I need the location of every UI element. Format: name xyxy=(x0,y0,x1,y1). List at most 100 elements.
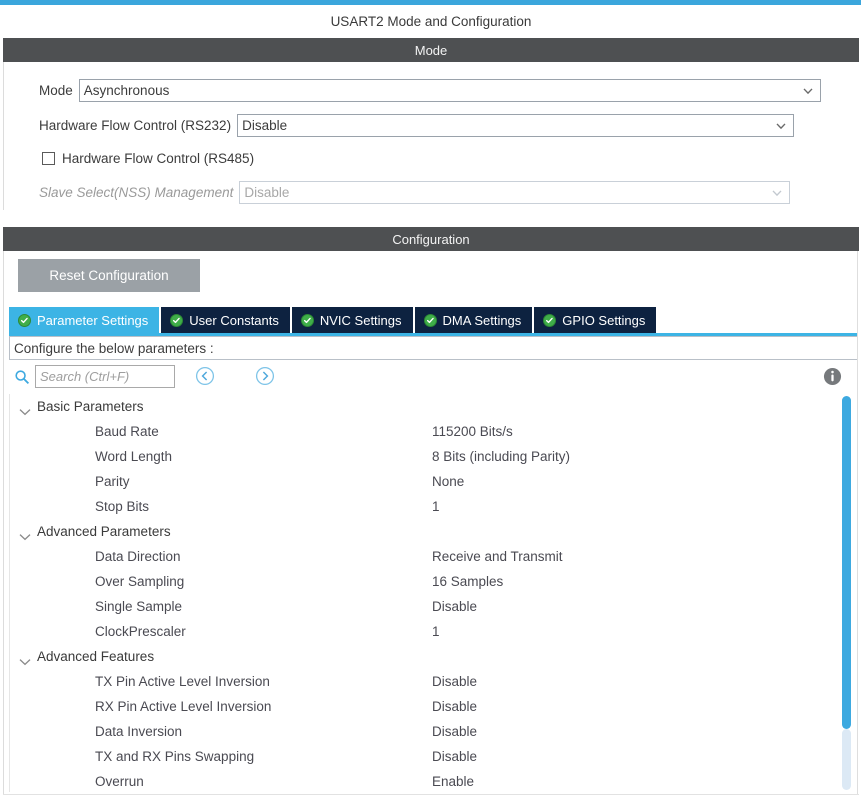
parameter-row[interactable]: Data Inversion Disable xyxy=(10,719,858,744)
chevron-right-circle-icon[interactable] xyxy=(255,366,275,386)
mode-section-body: Mode Asynchronous Hardware Flow Control … xyxy=(3,62,859,210)
parameter-name: ClockPrescaler xyxy=(95,624,186,639)
parameter-group-row[interactable]: Basic Parameters xyxy=(10,394,858,419)
tab-parameter-settings[interactable]: Parameter Settings xyxy=(9,307,162,333)
parameter-name: Single Sample xyxy=(95,599,183,614)
parameter-row[interactable]: Word Length 8 Bits (including Parity) xyxy=(10,444,858,469)
nss-management-row: Slave Select(NSS) Management Disable xyxy=(39,181,791,204)
parameter-group-row[interactable]: Advanced Features xyxy=(10,644,858,669)
parameter-group-label: Advanced Parameters xyxy=(37,524,171,539)
hwfc-rs232-row: Hardware Flow Control (RS232) Disable xyxy=(39,114,795,137)
page-title: USART2 Mode and Configuration xyxy=(3,5,859,38)
hwfc-rs232-label: Hardware Flow Control (RS232) xyxy=(39,118,232,133)
parameter-row[interactable]: TX and RX Pins Swapping Disable xyxy=(10,744,858,769)
check-circle-icon xyxy=(170,313,184,327)
mode-section-header: Mode xyxy=(3,38,859,62)
parameter-value[interactable]: Disable xyxy=(432,749,477,764)
parameter-value[interactable]: Enable xyxy=(432,774,474,789)
mode-field-row: Mode Asynchronous xyxy=(39,79,821,102)
chevron-down-icon[interactable] xyxy=(19,403,31,416)
parameter-row[interactable]: Over Sampling 16 Samples xyxy=(10,569,858,594)
hwfc-rs485-checkbox[interactable] xyxy=(42,152,55,165)
chevron-down-icon[interactable] xyxy=(19,528,31,541)
tab-nvic-settings[interactable]: NVIC Settings xyxy=(291,307,415,333)
chevron-down-icon xyxy=(775,119,786,130)
hwfc-rs485-row[interactable]: Hardware Flow Control (RS485) xyxy=(42,151,254,166)
configuration-section-body: Reset Configuration Parameter Settings Us… xyxy=(3,251,859,795)
parameter-name: Data Direction xyxy=(95,549,181,564)
parameter-group-label: Basic Parameters xyxy=(37,399,144,414)
tab-label: DMA Settings xyxy=(442,312,522,328)
chevron-down-icon xyxy=(802,84,813,95)
tab-gpio-settings[interactable]: GPIO Settings xyxy=(534,307,659,333)
parameter-row[interactable]: Stop Bits 1 xyxy=(10,494,858,519)
configuration-section-header: Configuration xyxy=(3,227,859,251)
parameter-value[interactable]: Disable xyxy=(432,724,477,739)
parameter-name: Stop Bits xyxy=(95,499,150,514)
parameter-value[interactable]: 16 Samples xyxy=(432,574,503,589)
chevron-left-circle-icon[interactable] xyxy=(195,366,215,386)
instruction-bar: Configure the below parameters : xyxy=(9,336,858,360)
tab-label: Parameter Settings xyxy=(37,312,149,328)
parameter-value[interactable]: Disable xyxy=(432,699,477,714)
info-icon[interactable] xyxy=(823,367,842,386)
parameter-list-scrollbar-trough[interactable] xyxy=(842,729,851,790)
parameter-row[interactable]: RX Pin Active Level Inversion Disable xyxy=(10,694,858,719)
parameter-value[interactable]: 115200 Bits/s xyxy=(432,424,513,439)
parameter-name: Baud Rate xyxy=(95,424,159,439)
mode-select-value: Asynchronous xyxy=(83,83,170,98)
parameter-name: Data Inversion xyxy=(95,724,183,739)
parameter-row[interactable]: Single Sample Disable xyxy=(10,594,858,619)
panel-right-rail xyxy=(857,251,861,795)
check-circle-icon xyxy=(543,313,557,327)
tab-label: User Constants xyxy=(189,312,279,328)
check-circle-icon xyxy=(18,313,31,327)
hwfc-rs232-select[interactable]: Disable xyxy=(237,114,795,137)
search-toolbar xyxy=(9,361,858,393)
parameter-name: TX Pin Active Level Inversion xyxy=(95,674,270,689)
hwfc-rs232-value: Disable xyxy=(242,118,288,133)
hwfc-rs485-label: Hardware Flow Control (RS485) xyxy=(62,151,255,166)
parameter-group-row[interactable]: Advanced Parameters xyxy=(10,519,858,544)
nss-management-label: Slave Select(NSS) Management xyxy=(39,185,234,200)
check-circle-icon xyxy=(423,313,437,327)
parameter-group-label: Advanced Features xyxy=(37,649,155,664)
parameter-name: Over Sampling xyxy=(95,574,185,589)
parameter-row[interactable]: Overrun Enable xyxy=(10,769,858,792)
search-icon xyxy=(14,369,30,385)
parameter-name: Parity xyxy=(95,474,130,489)
parameter-row[interactable]: Parity None xyxy=(10,469,858,494)
parameter-value[interactable]: 1 xyxy=(432,624,440,639)
tab-user-constants[interactable]: User Constants xyxy=(161,307,292,333)
parameter-value[interactable]: 1 xyxy=(432,499,440,514)
mode-select[interactable]: Asynchronous xyxy=(78,79,821,102)
chevron-down-icon xyxy=(771,186,782,197)
nss-management-select: Disable xyxy=(239,181,791,204)
parameter-list-scrollbar-thumb[interactable] xyxy=(842,396,851,729)
parameter-row[interactable]: ClockPrescaler 1 xyxy=(10,619,858,644)
chevron-down-icon[interactable] xyxy=(19,653,31,666)
parameter-value[interactable]: 8 Bits (including Parity) xyxy=(432,449,570,464)
parameter-row[interactable]: Data Direction Receive and Transmit xyxy=(10,544,858,569)
parameter-name: Overrun xyxy=(95,774,144,789)
parameter-value[interactable]: Disable xyxy=(432,674,477,689)
parameter-row[interactable]: TX Pin Active Level Inversion Disable xyxy=(10,669,858,694)
parameter-value[interactable]: Receive and Transmit xyxy=(432,549,563,564)
parameter-name: TX and RX Pins Swapping xyxy=(95,749,255,764)
check-circle-icon xyxy=(300,313,314,327)
configuration-tabs: Parameter Settings User Constants NVIC Set… xyxy=(9,307,659,333)
reset-configuration-button[interactable]: Reset Configuration xyxy=(18,259,200,292)
parameter-row[interactable]: Baud Rate 115200 Bits/s xyxy=(10,419,858,444)
parameter-name: RX Pin Active Level Inversion xyxy=(95,699,272,714)
parameter-value[interactable]: Disable xyxy=(432,599,477,614)
parameter-value[interactable]: None xyxy=(432,474,464,489)
mode-field-label: Mode xyxy=(39,83,73,98)
usart2-config-panel: USART2 Mode and Configuration Mode Mode … xyxy=(0,0,861,795)
tab-label: NVIC Settings xyxy=(319,312,402,328)
parameter-list: Basic Parameters Baud Rate 115200 Bits/s Wo… xyxy=(9,394,858,792)
tab-label: GPIO Settings xyxy=(562,312,646,328)
nss-management-value: Disable xyxy=(244,185,290,200)
tab-dma-settings[interactable]: DMA Settings xyxy=(414,307,535,333)
search-input[interactable] xyxy=(35,365,175,388)
parameter-name: Word Length xyxy=(95,449,173,464)
